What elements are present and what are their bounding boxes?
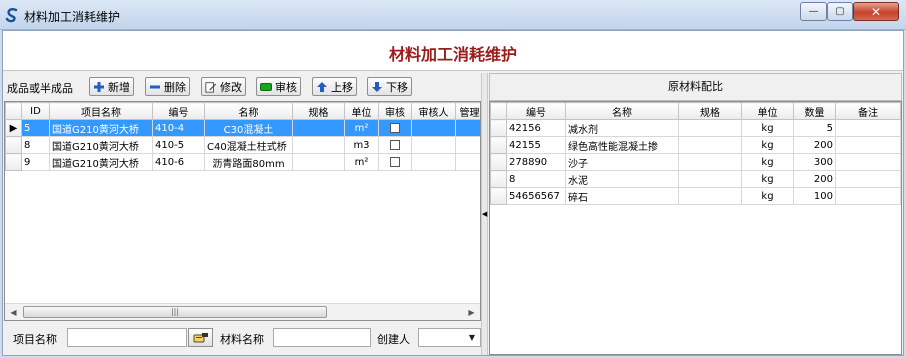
project-lookup-button[interactable] (188, 328, 213, 347)
maximize-icon: ▢ (835, 6, 845, 17)
toolbar: 成品或半成品 新增 删除 修改 审核 上移 下移 (3, 73, 481, 99)
app-s-logo-icon (5, 8, 18, 23)
move-up-button[interactable]: 上移 (312, 77, 357, 96)
maximize-button[interactable]: ▢ (827, 2, 853, 21)
column-header-name[interactable]: 名称 (565, 102, 679, 120)
table-row[interactable]: 9 国道G210黄河大桥 410-6 沥青路面80mm m² (5, 153, 480, 171)
column-header-project[interactable]: 项目名称 (49, 102, 153, 120)
column-header-code[interactable]: 编号 (506, 102, 566, 120)
column-header-approved[interactable]: 审核 (378, 102, 412, 120)
column-header-unit[interactable]: 单位 (741, 102, 794, 120)
project-name-input[interactable] (67, 328, 187, 347)
column-header-quantity[interactable]: 数量 (793, 102, 836, 120)
green-check-icon (260, 81, 272, 93)
material-name-input[interactable] (273, 328, 371, 347)
current-row-indicator-icon: ▶ (5, 119, 22, 137)
collapse-left-icon[interactable]: ◀ (482, 203, 487, 225)
close-icon: ✕ (870, 4, 882, 19)
delete-button[interactable]: 删除 (145, 77, 190, 96)
chevron-down-icon[interactable]: ▼ (465, 330, 479, 345)
row-header-corner (490, 102, 507, 120)
material-name-label: 材料名称 (220, 333, 264, 346)
approved-checkbox[interactable] (390, 139, 400, 150)
material-ratio-title: 原材料配比 (668, 80, 723, 93)
edit-button[interactable]: 修改 (201, 77, 246, 96)
lookup-hand-icon (193, 332, 208, 342)
column-header-spec[interactable]: 规格 (292, 102, 345, 120)
table-row[interactable]: 278890 沙子 kg 300 (490, 153, 901, 171)
column-header-note[interactable]: 备注 (835, 102, 901, 120)
column-header-id[interactable]: ID (21, 102, 50, 120)
column-header-spec[interactable]: 规格 (678, 102, 742, 120)
arrow-up-icon (316, 81, 328, 93)
horizontal-scrollbar[interactable]: ◀ ||| ▶ (5, 303, 480, 320)
column-header-unit[interactable]: 单位 (344, 102, 379, 120)
product-grid: ID 项目名称 编号 名称 规格 单位 审核 审核人 管理 ▶ 5 国道G210… (4, 101, 481, 321)
row-header-corner (5, 102, 22, 120)
product-table-header: ID 项目名称 编号 名称 规格 单位 审核 审核人 管理 (5, 102, 480, 120)
scroll-thumb[interactable]: ||| (23, 306, 327, 318)
arrow-down-icon (371, 81, 383, 93)
plus-icon (93, 81, 105, 93)
column-header-name[interactable]: 名称 (204, 102, 293, 120)
table-row[interactable]: 54656567 碎石 kg 100 (490, 187, 901, 205)
window-title-bar: 材料加工消耗维护 — ▢ ✕ (0, 0, 906, 30)
creator-select[interactable]: ▼ (418, 328, 481, 347)
add-button[interactable]: 新增 (89, 77, 134, 96)
material-grid: 编号 名称 规格 单位 数量 备注 42156 减水剂 kg 5 42155 绿… (489, 101, 902, 355)
window-title: 材料加工消耗维护 (24, 10, 121, 24)
table-row[interactable]: 8 水泥 kg 200 (490, 170, 901, 188)
approved-checkbox[interactable] (390, 122, 400, 133)
filter-bar: 项目名称 材料名称 创建人 ▼ (3, 323, 481, 353)
scroll-left-icon[interactable]: ◀ (5, 304, 22, 320)
page-title: 材料加工消耗维护 (388, 45, 517, 64)
table-row[interactable]: 8 国道G210黄河大桥 410-5 C40混凝土柱式桥 m3 (5, 136, 480, 154)
minimize-icon: — (808, 6, 819, 17)
column-header-approver[interactable]: 审核人 (411, 102, 456, 120)
approved-checkbox[interactable] (390, 156, 400, 167)
material-table: 编号 名称 规格 单位 数量 备注 42156 减水剂 kg 5 42155 绿… (490, 102, 901, 205)
window-client-area: 材料加工消耗维护 成品或半成品 新增 删除 修改 审核 上移 下移 ID 项目名… (2, 30, 904, 356)
scroll-right-icon[interactable]: ▶ (463, 304, 480, 320)
creator-label: 创建人 (377, 333, 410, 346)
header-panel: 材料加工消耗维护 (3, 31, 903, 71)
column-header-admin[interactable]: 管理 (455, 102, 480, 120)
minimize-button[interactable]: — (800, 2, 827, 21)
material-ratio-header: 原材料配比 (489, 73, 902, 101)
close-button[interactable]: ✕ (853, 2, 899, 21)
table-row[interactable]: 42156 减水剂 kg 5 (490, 119, 901, 137)
approve-button[interactable]: 审核 (256, 77, 301, 96)
minus-icon (149, 81, 161, 93)
panel-splitter[interactable]: ◀ (481, 73, 488, 355)
toolbar-label: 成品或半成品 (7, 82, 73, 95)
material-table-header: 编号 名称 规格 单位 数量 备注 (490, 102, 901, 120)
edit-icon (205, 81, 217, 93)
move-down-button[interactable]: 下移 (367, 77, 412, 96)
table-row[interactable]: 42155 绿色高性能混凝土掺 kg 200 (490, 136, 901, 154)
column-header-code[interactable]: 编号 (152, 102, 205, 120)
product-table: ID 项目名称 编号 名称 规格 单位 审核 审核人 管理 ▶ 5 国道G210… (5, 102, 480, 171)
project-name-label: 项目名称 (13, 333, 57, 346)
table-row[interactable]: ▶ 5 国道G210黄河大桥 410-4 C30混凝土 m² (5, 119, 480, 137)
